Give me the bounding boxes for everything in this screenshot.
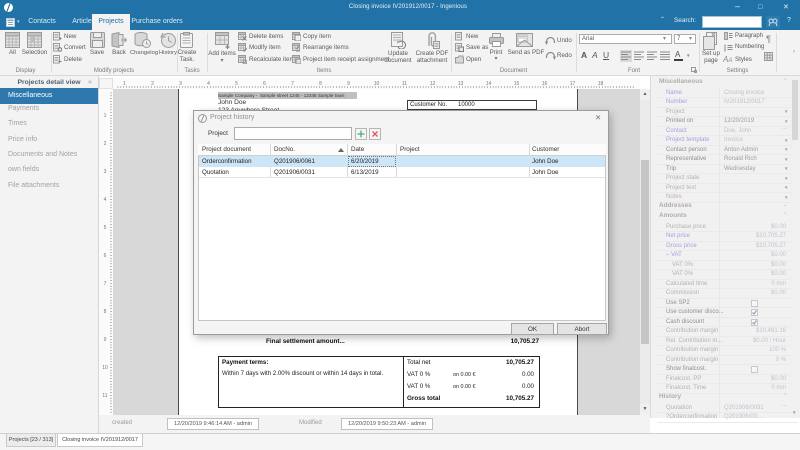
svg-text:15: 15 bbox=[514, 81, 520, 87]
svg-text:18: 18 bbox=[598, 81, 604, 87]
svg-text:14: 14 bbox=[486, 81, 492, 87]
svg-text:1: 1 bbox=[104, 113, 107, 119]
svg-text:2: 2 bbox=[151, 81, 154, 87]
svg-text:10: 10 bbox=[102, 365, 108, 371]
svg-text:6: 6 bbox=[104, 253, 107, 259]
svg-text:4: 4 bbox=[207, 81, 210, 87]
svg-text:3: 3 bbox=[104, 169, 107, 175]
svg-text:5: 5 bbox=[104, 225, 107, 231]
svg-text:1: 1 bbox=[123, 81, 126, 87]
svg-text:16: 16 bbox=[542, 81, 548, 87]
svg-text:5: 5 bbox=[235, 81, 238, 87]
svg-text:11: 11 bbox=[102, 393, 107, 399]
svg-text:6: 6 bbox=[263, 81, 266, 87]
svg-text:7: 7 bbox=[291, 81, 294, 87]
svg-text:7: 7 bbox=[104, 281, 107, 287]
svg-text:10: 10 bbox=[374, 81, 380, 87]
svg-text:4: 4 bbox=[104, 197, 107, 203]
svg-text:17: 17 bbox=[570, 81, 576, 87]
svg-text:9: 9 bbox=[104, 337, 107, 343]
svg-text:2: 2 bbox=[104, 141, 107, 147]
svg-text:8: 8 bbox=[104, 309, 107, 315]
svg-text:12: 12 bbox=[430, 81, 436, 87]
svg-text:3: 3 bbox=[179, 81, 182, 87]
svg-text:8: 8 bbox=[319, 81, 322, 87]
svg-text:9: 9 bbox=[347, 81, 350, 87]
svg-text:13: 13 bbox=[458, 81, 464, 87]
svg-text:11: 11 bbox=[402, 81, 407, 87]
